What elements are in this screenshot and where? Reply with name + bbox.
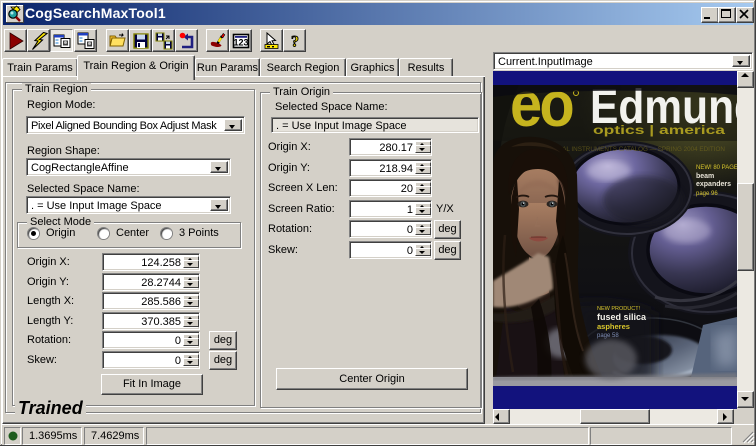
svg-text:?: ? <box>291 34 299 51</box>
svg-text:123: 123 <box>233 38 248 48</box>
svg-text:beam: beam <box>696 173 714 180</box>
svg-text:page 58: page 58 <box>597 333 619 339</box>
svg-text:NEW! 80 PAGES: NEW! 80 PAGES <box>696 165 737 171</box>
svg-text:page 96: page 96 <box>696 191 718 197</box>
svg-text:aspheres: aspheres <box>597 322 630 331</box>
svg-text:optics | america: optics | america <box>593 125 726 137</box>
svg-text:fused silica: fused silica <box>597 312 647 322</box>
svg-text:expanders: expanders <box>696 181 731 188</box>
